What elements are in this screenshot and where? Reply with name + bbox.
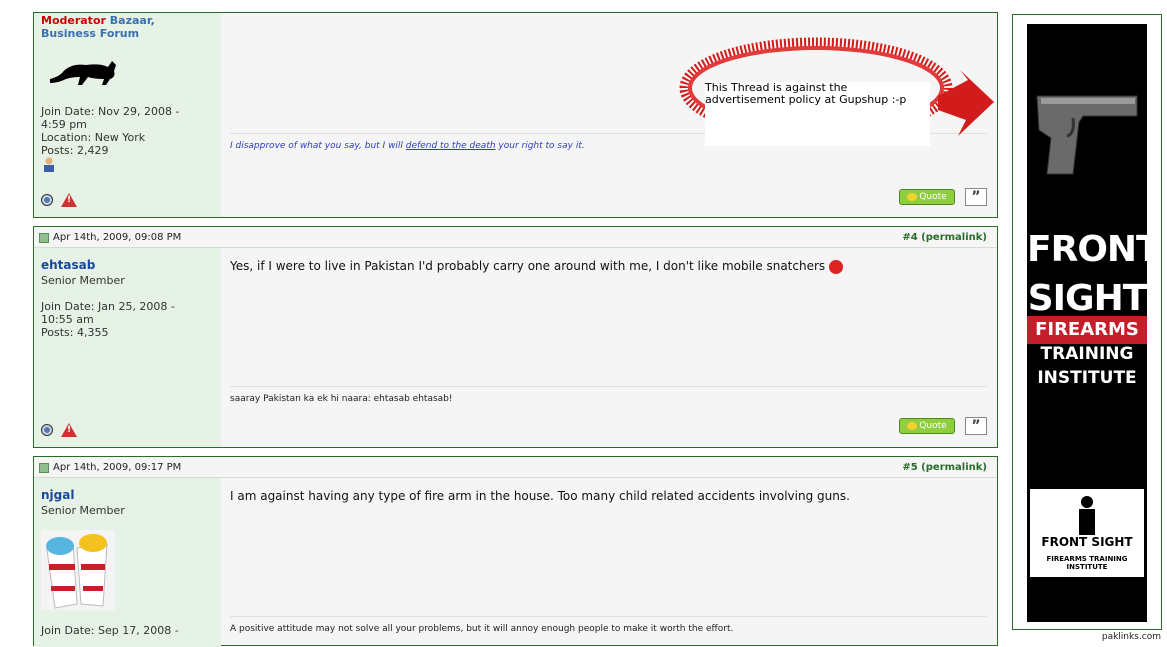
post-header: Apr 14th, 2009, 09:17 PM #5 (permalink) — [34, 457, 997, 478]
message-pane: Yes, if I were to live in Pakistan I'd p… — [222, 248, 997, 447]
user-pane: ehtasab Senior Member Join Date: Jan 25,… — [34, 248, 221, 447]
post-date: Apr 14th, 2009, 09:08 PM — [39, 232, 181, 243]
online-status-icon[interactable] — [41, 194, 53, 206]
ad-title-front: Front — [1027, 229, 1161, 270]
message-pane: I am against having any type of fire arm… — [222, 478, 997, 647]
post-number-value[interactable]: #5 — [902, 462, 917, 473]
ad-line-training: Training — [1040, 344, 1134, 364]
permalink-link[interactable]: permalink — [926, 232, 983, 243]
username[interactable]: ehtasab — [41, 258, 95, 272]
post-count: Posts: 2,429 — [41, 144, 109, 157]
angry-smiley-icon — [828, 259, 843, 274]
user-rank: Moderator Bazaar, Business Forum — [41, 14, 211, 40]
user-title: Senior Member — [41, 504, 125, 517]
user-pane: Moderator Bazaar, Business Forum Join Da… — [34, 13, 221, 217]
ad-title-sight: Sight — [1027, 278, 1148, 319]
join-date: Join Date: Sep 17, 2008 - — [41, 624, 179, 637]
signature: A positive attitude may not solve all yo… — [230, 616, 987, 634]
user-status-icon — [44, 157, 54, 172]
username[interactable]: njgal — [41, 488, 74, 502]
quote-button[interactable]: Quote — [899, 418, 955, 434]
avatar — [41, 530, 115, 610]
ad-logo: FRONT SIGHT FIREARMS TRAINING INSTITUTE — [1030, 489, 1144, 577]
multi-quote-button[interactable]: ” — [965, 417, 987, 435]
quote-bubble-icon — [907, 193, 918, 201]
ad-logo-subtitle: FIREARMS TRAINING INSTITUTE — [1046, 555, 1128, 571]
quote-button[interactable]: Quote — [899, 189, 955, 205]
report-post-icon[interactable] — [61, 423, 77, 437]
user-pane: njgal Senior Member Join Date: Sep 17, 2… — [34, 478, 221, 647]
quote-bubble-icon — [907, 422, 918, 430]
post-count: Posts: 4,355 — [41, 326, 109, 339]
post-number: #4 (permalink) — [902, 232, 987, 243]
join-date: Join Date: Nov 29, 2008 - 4:59 pm — [41, 105, 180, 131]
user-tools — [41, 423, 77, 437]
permalink-link[interactable]: permalink — [926, 462, 983, 473]
user-title: Senior Member — [41, 274, 125, 287]
signature-link[interactable]: defend to the death — [406, 141, 496, 151]
advertisement-banner[interactable]: Front Sight Firearms Training Institute … — [1027, 24, 1161, 622]
post-message: I am against having any type of fire arm… — [230, 489, 850, 503]
post-number: #5 (permalink) — [902, 462, 987, 473]
post-number-value[interactable]: #4 — [902, 232, 917, 243]
report-post-icon[interactable] — [61, 193, 77, 207]
post-message: Yes, if I were to live in Pakistan I'd p… — [230, 259, 843, 274]
post-status-icon — [39, 462, 49, 473]
post-date: Apr 14th, 2009, 09:17 PM — [39, 462, 181, 473]
ad-band-firearms: Firearms — [1027, 316, 1147, 344]
post-4: Apr 14th, 2009, 09:08 PM #4 (permalink) … — [33, 226, 998, 448]
pistol-image — [1036, 95, 1138, 175]
ad-logo-text: FRONT SIGHT — [1041, 535, 1133, 549]
ad-line-institute: Institute — [1037, 368, 1137, 388]
user-tools — [41, 193, 77, 207]
online-status-icon[interactable] — [41, 424, 53, 436]
post-5: Apr 14th, 2009, 09:17 PM #5 (permalink) … — [33, 456, 998, 647]
post-header: Apr 14th, 2009, 09:08 PM #4 (permalink) — [34, 227, 997, 248]
watermark: paklinks.com — [1101, 632, 1161, 642]
user-location: Location: New York — [41, 131, 146, 144]
avatar — [50, 61, 116, 85]
join-date: Join Date: Jan 25, 2008 - 10:55 am — [41, 300, 175, 326]
moderator-label: Moderator — [41, 14, 106, 27]
post-status-icon — [39, 232, 49, 243]
multi-quote-button[interactable]: ” — [965, 188, 987, 206]
callout-text: This Thread is against the advertisement… — [705, 82, 930, 146]
signature: saaray Pakistan ka ek hi naara: ehtasab … — [230, 386, 987, 404]
target-silhouette-icon — [1079, 496, 1095, 535]
